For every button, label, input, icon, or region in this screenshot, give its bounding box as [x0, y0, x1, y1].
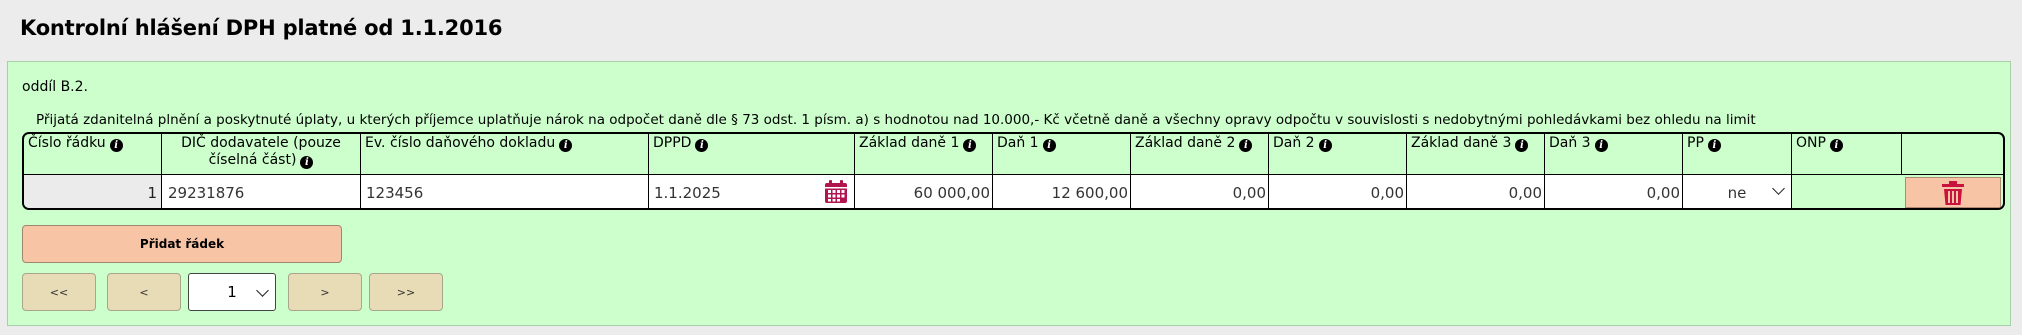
header-row-number: Číslo řádku i [24, 134, 162, 175]
header-tax-2: Daň 2i [1269, 134, 1407, 175]
dppd-date-value[interactable]: 1.1.2025 [654, 184, 721, 202]
info-icon[interactable]: i [1829, 139, 1843, 152]
info-icon[interactable]: i [1318, 139, 1332, 152]
header-base-2: Základ daně 2i [1131, 134, 1269, 175]
page-number-value[interactable]: 1 [227, 283, 237, 301]
info-icon[interactable]: i [109, 139, 123, 152]
section-panel: oddíl B.2. Přijatá zdanitelná plnění a p… [7, 61, 2011, 326]
add-row-button[interactable]: Přidat řádek [22, 225, 342, 263]
records-table: Číslo řádku i DIČ dodavatele (pouze číseln… [22, 132, 2005, 210]
info-icon[interactable]: i [1239, 139, 1253, 152]
first-page-button[interactable]: << [22, 273, 96, 311]
header-onp: ONP i [1792, 134, 1902, 175]
tax-1-input[interactable]: 12 600,00 [993, 175, 1131, 208]
header-document-number: Ev. číslo daňového dokladu i [361, 134, 649, 175]
header-dppd: DPPD i [649, 134, 855, 175]
supplier-dic-input[interactable]: 29231876 [162, 175, 361, 208]
document-number-input[interactable]: 123456 [361, 175, 649, 208]
pp-select[interactable]: ne [1683, 175, 1792, 208]
chevron-down-icon[interactable] [1772, 182, 1785, 195]
tax-3-input[interactable]: 0,00 [1545, 175, 1683, 208]
delete-row-button[interactable] [1905, 177, 2001, 208]
tax-2-input[interactable]: 0,00 [1269, 175, 1407, 208]
info-icon[interactable]: i [1594, 139, 1608, 152]
info-icon[interactable]: i [695, 139, 709, 152]
header-actions [1902, 134, 2003, 175]
info-icon[interactable]: i [300, 156, 314, 169]
info-icon[interactable]: i [1515, 139, 1529, 152]
last-page-button[interactable]: >> [369, 273, 443, 311]
base-3-input[interactable]: 0,00 [1407, 175, 1545, 208]
page-title: Kontrolní hlášení DPH platné od 1.1.2016 [20, 16, 503, 40]
header-tax-1: Daň 1i [993, 134, 1131, 175]
info-icon[interactable]: i [963, 139, 977, 152]
calendar-icon[interactable] [824, 180, 848, 204]
page-number-select[interactable]: 1 [188, 273, 276, 311]
info-icon[interactable]: i [1707, 139, 1721, 152]
next-page-button[interactable]: > [288, 273, 362, 311]
header-pp: PP i [1683, 134, 1792, 175]
header-tax-3: Daň 3i [1545, 134, 1683, 175]
section-description: Přijatá zdanitelná plnění a poskytnuté ú… [36, 112, 1756, 128]
row-actions-cell [1902, 175, 2003, 208]
previous-page-button[interactable]: < [107, 273, 181, 311]
section-label: oddíl B.2. [22, 79, 88, 95]
dppd-date-field[interactable]: 1.1.2025 [649, 175, 855, 208]
header-supplier-dic: DIČ dodavatele (pouze číselná část) i [162, 134, 361, 175]
chevron-down-icon[interactable] [256, 284, 269, 297]
row-number-cell: 1 [24, 175, 162, 208]
info-icon[interactable]: i [1042, 139, 1056, 152]
base-2-input[interactable]: 0,00 [1131, 175, 1269, 208]
base-1-input[interactable]: 60 000,00 [855, 175, 993, 208]
info-icon[interactable]: i [559, 139, 573, 152]
trash-icon[interactable] [1942, 180, 1964, 205]
header-base-1: Základ daně 1i [855, 134, 993, 175]
header-base-3: Základ daně 3i [1407, 134, 1545, 175]
pp-select-value[interactable]: ne [1728, 184, 1747, 202]
